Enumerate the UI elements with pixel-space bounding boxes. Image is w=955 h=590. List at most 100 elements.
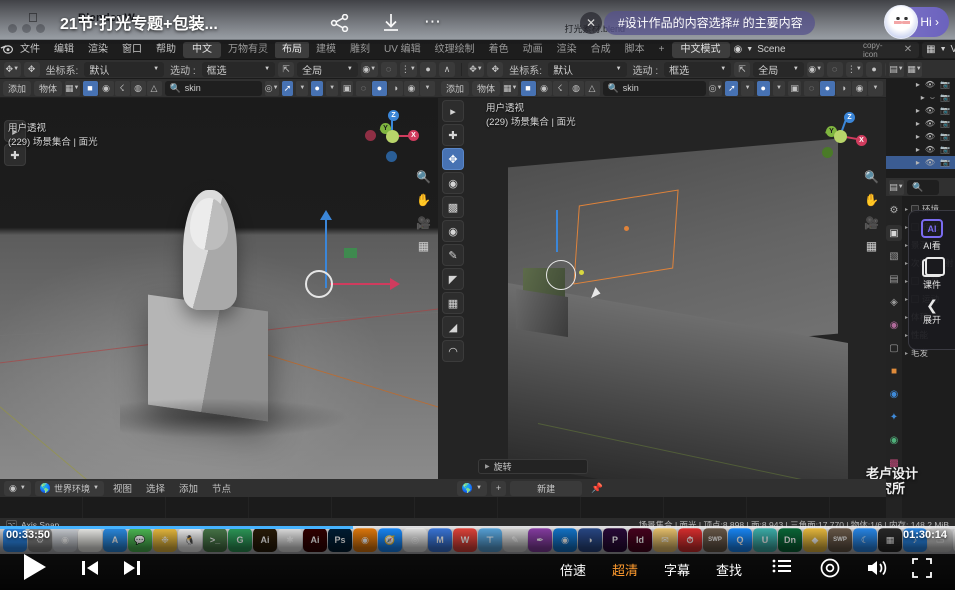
solid-shading-icon-2[interactable]: ●: [820, 81, 835, 96]
snap-magnet-icon-2[interactable]: ◉▼: [807, 62, 824, 77]
overlays-toggle-icon-2[interactable]: ●: [757, 81, 770, 96]
gizmo-center-2[interactable]: [834, 130, 847, 143]
workspace-tab-texturepaint[interactable]: 纹理绘制: [428, 42, 482, 58]
previous-button[interactable]: [80, 558, 100, 581]
camera-icon[interactable]: 📷: [940, 145, 950, 154]
camera-icon[interactable]: 🎥: [416, 216, 431, 230]
rendered-shading-icon-2[interactable]: ◉: [852, 81, 867, 96]
menu-help[interactable]: 帮助: [149, 42, 183, 58]
camera-icon[interactable]: 📷: [940, 80, 950, 89]
xray-toggle-icon[interactable]: ▣: [341, 81, 353, 96]
viewlayer-tab[interactable]: ▤: [886, 271, 902, 287]
workspace-tab-layout[interactable]: 布局: [275, 42, 309, 58]
vertex-select-icon-2[interactable]: ■: [521, 81, 536, 96]
viewport-left-canvas[interactable]: ▸ ✚ Z X Y 🔍 ✋ 🎥 ▦ 用户透视 (229) 场景集合 | 面光: [0, 98, 438, 479]
eye-icon[interactable]: 👁: [925, 80, 935, 89]
shading-mode-group[interactable]: ◌ ● ◑ ◉ ▼: [356, 81, 435, 96]
wireframe-shading-icon[interactable]: ◌: [356, 81, 371, 96]
pivot-point-icon-2[interactable]: ⇱: [734, 62, 750, 77]
chinese-mode-pill[interactable]: 中文模式: [672, 42, 730, 58]
pin-icon[interactable]: 📌: [586, 483, 608, 494]
eye-icon[interactable]: 👁: [925, 132, 935, 141]
ai-float-panel[interactable]: AI AI看 课件 ❮ 展开: [908, 210, 955, 350]
snap-during-transform-icon-2[interactable]: ●: [866, 62, 882, 77]
expand-triangle-icon[interactable]: ▸: [921, 93, 925, 102]
eye-icon[interactable]: 👁: [925, 158, 935, 167]
world-slot-icon[interactable]: 🌎▼: [457, 481, 487, 496]
hand-icon-2[interactable]: ✋: [864, 193, 879, 207]
cursor-tool-2[interactable]: ✚: [442, 124, 464, 146]
shader-editor-canvas[interactable]: [0, 497, 886, 518]
object-mode-icon[interactable]: ▦▼: [65, 81, 79, 96]
hand-icon[interactable]: ✋: [416, 193, 431, 207]
face-select-icon-2[interactable]: ☇: [553, 81, 568, 96]
viewport-left-nav-icons[interactable]: 🔍 ✋ 🎥 ▦: [416, 170, 431, 253]
expand-triangle-icon[interactable]: ▸: [916, 145, 920, 154]
outliner-row[interactable]: ▸ 👁 📷: [886, 78, 955, 91]
viewport-left[interactable]: 添加 物体 ▦▼ ■ ◉ ☇ ◍ △ 🔍 skin ◎▼ ➚ ▼ ● ▼ ▣ ◌…: [0, 79, 438, 479]
expand-triangle-icon[interactable]: ▸: [916, 106, 920, 115]
workspace-tab-wanwuyouling[interactable]: 万物有灵: [221, 42, 275, 58]
fullscreen-icon[interactable]: [912, 558, 932, 581]
move-gizmo-icon-2[interactable]: ✥: [487, 62, 503, 77]
move-gizmo-icon[interactable]: ✥: [24, 62, 40, 77]
play-button[interactable]: [22, 552, 48, 585]
expand-button[interactable]: ❮ 展开: [923, 298, 941, 326]
vertex-select-icon[interactable]: ■: [83, 81, 98, 96]
snap-dropdown-2[interactable]: 框选▼: [664, 62, 731, 77]
visibility-icon-2[interactable]: ◎▼: [709, 81, 723, 96]
shear-tool[interactable]: ◢: [442, 316, 464, 338]
gizmo-axis-z-2[interactable]: Z: [844, 112, 855, 123]
shading-mode-group-2[interactable]: ◌ ● ◑ ◉ ▼: [804, 81, 883, 96]
share-icon[interactable]: [330, 14, 350, 35]
viewport-search-input-2[interactable]: 🔍 skin: [603, 81, 706, 96]
more-icon[interactable]: ⋯: [424, 12, 442, 32]
eye-icon[interactable]: 👁: [925, 106, 935, 115]
transform-orientation-dropdown[interactable]: 默认▼: [84, 62, 164, 77]
viewport-right-toolbar[interactable]: ▸ ✚ ✥ ◉ ▩ ◉ ✎ ◤ ▦ ◢ ◠: [442, 100, 464, 362]
topic-pill[interactable]: #设计作品的内容选择# 的主要内容: [604, 11, 815, 35]
gizmo-axis-z[interactable]: Z: [388, 110, 399, 121]
eye-icon[interactable]: 👁: [925, 145, 935, 154]
navigation-gizmo-right[interactable]: Z X Y: [812, 108, 868, 164]
workspace-tab-scripting[interactable]: 脚本: [618, 42, 652, 58]
render-tab[interactable]: ▣: [886, 225, 902, 241]
close-icon[interactable]: ✕: [901, 44, 915, 55]
operator-redo-panel[interactable]: ▶ 旋转: [478, 459, 588, 474]
quality-button[interactable]: 超清: [612, 560, 638, 579]
transform-pivot-icon-2[interactable]: ✥▼: [468, 62, 485, 77]
gizmo-center[interactable]: [386, 130, 399, 143]
face-select-icon[interactable]: ☇: [115, 81, 130, 96]
snap-during-transform-icon[interactable]: ●: [420, 62, 436, 77]
workspace-tab-compositing[interactable]: 合成: [584, 42, 618, 58]
outliner-filter-icon[interactable]: ▦▼: [907, 62, 922, 77]
transform-tool[interactable]: ◉: [442, 220, 464, 242]
workspace-tab-sculpting[interactable]: 雕刻: [343, 42, 377, 58]
expand-triangle-icon[interactable]: ▶: [485, 463, 490, 470]
expand-triangle-icon[interactable]: ▸: [916, 158, 920, 167]
viewport-right[interactable]: 添加 物体 ▦▼ ■ ◉ ☇ ◍ △ 🔍 skin ◎▼ ➚ ▼ ● ▼ ▣ ◌…: [438, 79, 886, 479]
menu-window[interactable]: 窗口: [115, 42, 149, 58]
edge-select-icon-2[interactable]: ◉: [537, 81, 552, 96]
zoom-icon-2[interactable]: 🔍: [864, 170, 879, 184]
solid-shading-icon[interactable]: ●: [372, 81, 387, 96]
gizmo-axis-negx[interactable]: [365, 130, 376, 141]
outliner-row[interactable]: ▸ 👁 📷: [886, 143, 955, 156]
proportional-falloff-icon-2[interactable]: ⋮▼: [846, 62, 863, 77]
outliner-mode-icon[interactable]: ▤▼: [889, 180, 904, 195]
shading-dropdown-icon[interactable]: ▼: [420, 81, 435, 96]
particle-tab[interactable]: ✦: [886, 409, 902, 425]
viewport-object-menu[interactable]: 物体: [34, 81, 62, 96]
shader-menu-view[interactable]: 视图: [108, 481, 137, 495]
overlays-dropdown-icon[interactable]: ▼: [326, 81, 338, 96]
shading-dropdown-icon-2[interactable]: ▼: [868, 81, 883, 96]
outliner-row[interactable]: ▸👁📷: [886, 104, 955, 117]
uv-select-icon-2[interactable]: ◍: [569, 81, 584, 96]
eye-icon[interactable]: 👁: [925, 119, 935, 128]
outliner-search-row[interactable]: ▤▼ 🔍: [886, 178, 955, 196]
workspace-tab-rendering[interactable]: 渲染: [550, 42, 584, 58]
search-button[interactable]: 查找: [716, 560, 742, 579]
xray-toggle-icon-2[interactable]: ▣: [788, 81, 801, 96]
expand-triangle-icon[interactable]: ▸: [916, 80, 920, 89]
camera-icon[interactable]: 📷: [940, 132, 950, 141]
